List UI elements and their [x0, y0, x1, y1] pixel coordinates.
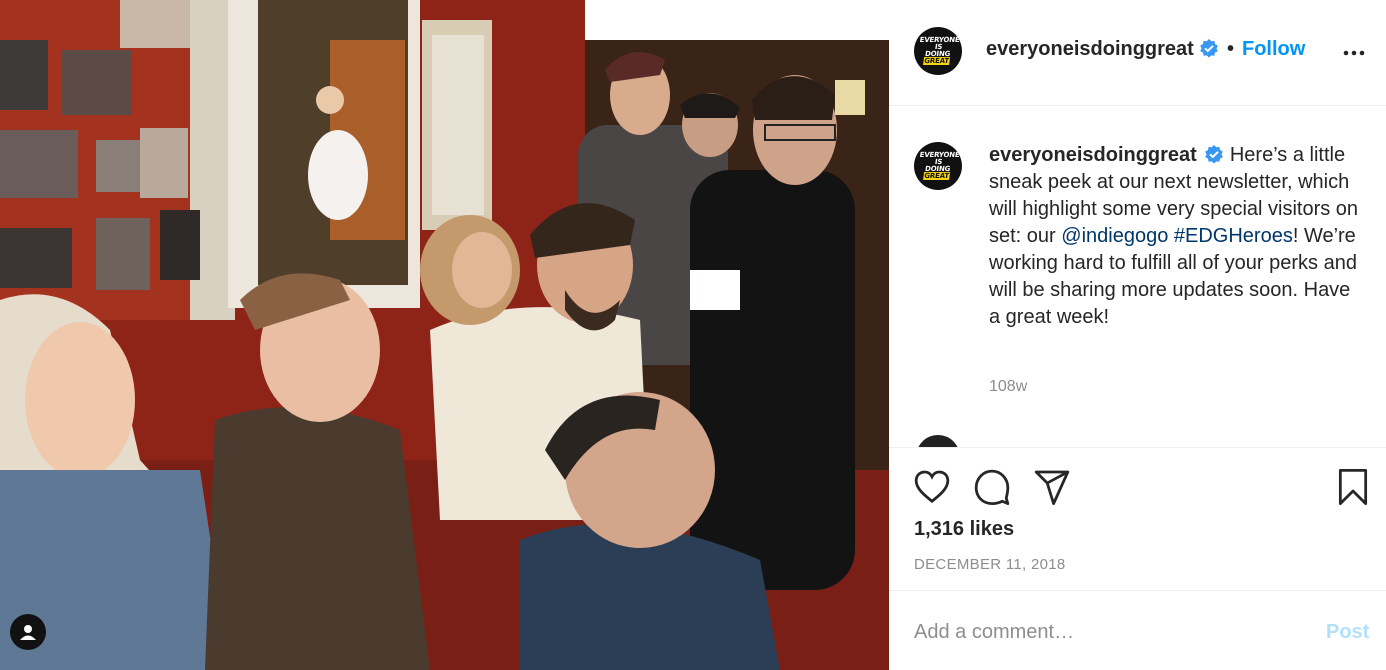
user-tag-icon: [20, 625, 36, 640]
hashtag-link[interactable]: #EDGHeroes: [1174, 225, 1293, 247]
author-avatar[interactable]: EVERYONE IS DOING GREAT: [914, 27, 962, 75]
post-photo[interactable]: [0, 0, 889, 670]
author-username[interactable]: everyoneisdoinggreat: [986, 38, 1219, 61]
post-comment-button[interactable]: Post: [1326, 621, 1369, 644]
post-header: EVERYONE IS DOING GREAT everyoneisdoingg…: [889, 0, 1386, 106]
action-bar: 1,316 likes DECEMBER 11, 2018: [889, 447, 1386, 590]
more-options-icon[interactable]: [1342, 41, 1366, 65]
separator-dot: •: [1227, 38, 1235, 60]
follow-button[interactable]: Follow: [1242, 38, 1305, 61]
mention-link[interactable]: @indiegogo: [1061, 225, 1168, 247]
commenter-avatar[interactable]: [916, 435, 960, 447]
heart-icon[interactable]: [913, 468, 951, 506]
photo-scene: [0, 0, 889, 670]
time-ago[interactable]: 108w: [989, 378, 1027, 396]
verified-badge-icon: [1200, 39, 1218, 58]
comments-section: EVERYONE IS DOING GREAT everyoneisdoingg…: [889, 106, 1386, 447]
comment-input[interactable]: [914, 617, 1294, 647]
tagged-users-button[interactable]: [10, 614, 46, 650]
post-sidebar: EVERYONE IS DOING GREAT everyoneisdoingg…: [889, 0, 1386, 670]
post-caption: everyoneisdoinggreat Here’s a little snea…: [989, 142, 1359, 331]
post-date: DECEMBER 11, 2018: [914, 556, 1066, 573]
share-icon[interactable]: [1033, 468, 1071, 506]
brand-logo: EVERYONE IS DOING GREAT: [919, 151, 961, 180]
likes-count[interactable]: 1,316 likes: [914, 518, 1014, 541]
caption-username[interactable]: everyoneisdoinggreat: [989, 144, 1197, 166]
bookmark-icon[interactable]: [1334, 468, 1372, 506]
verified-badge-icon: [1205, 145, 1223, 164]
comment-icon[interactable]: [973, 468, 1011, 506]
brand-logo: EVERYONE IS DOING GREAT: [919, 36, 961, 65]
caption-author-avatar[interactable]: EVERYONE IS DOING GREAT: [914, 142, 962, 190]
comment-bar: Post: [889, 590, 1386, 670]
